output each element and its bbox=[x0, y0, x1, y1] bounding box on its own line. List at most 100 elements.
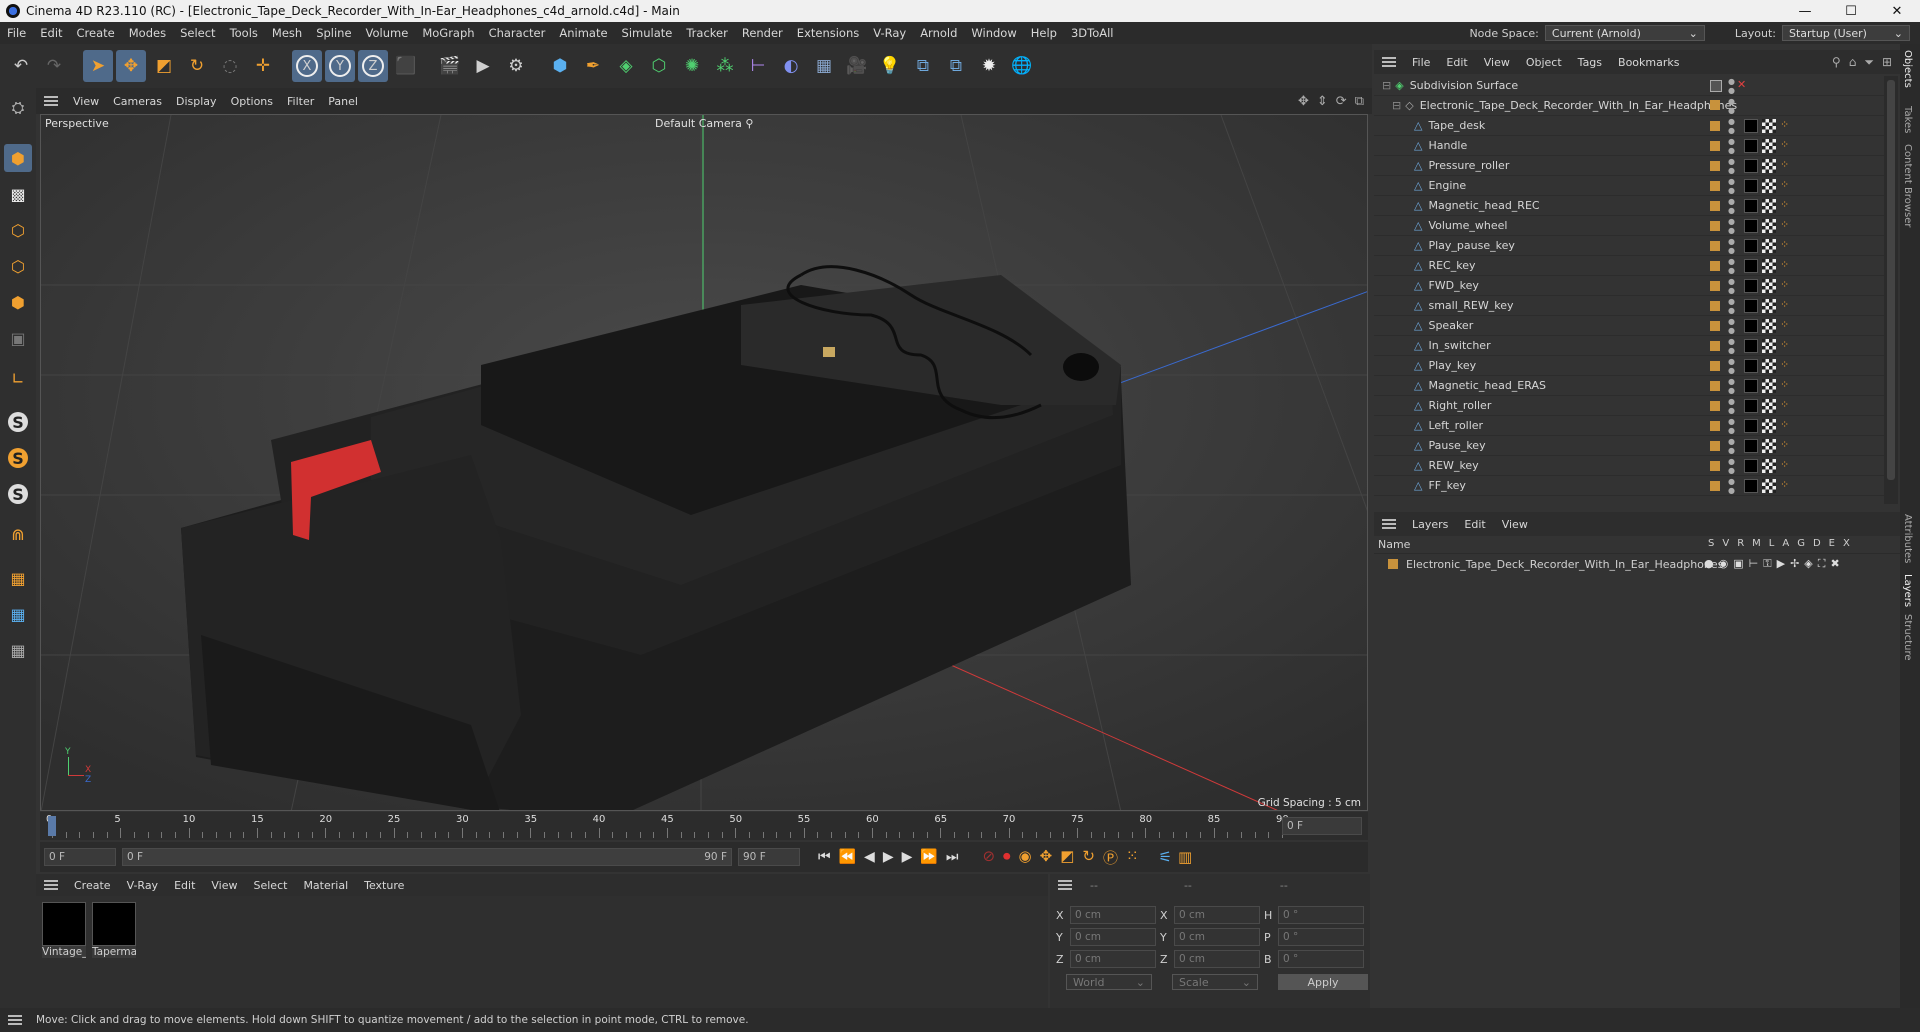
material-menu-material[interactable]: Material bbox=[295, 879, 356, 892]
material-swatch[interactable]: Vintage_ bbox=[42, 902, 86, 958]
go-to-end-icon[interactable]: ⏭ bbox=[946, 849, 959, 865]
texture-tag-icon[interactable] bbox=[1762, 439, 1776, 453]
filter-icon[interactable]: ⏷ bbox=[1864, 55, 1874, 70]
viewport-menu-cameras[interactable]: Cameras bbox=[106, 95, 169, 108]
menu-mograph[interactable]: MoGraph bbox=[415, 26, 481, 40]
object-row[interactable]: △ Handle ● ● ⁘ bbox=[1374, 136, 1884, 156]
objects-scrollbar[interactable] bbox=[1884, 76, 1898, 504]
arnold-tag-icon[interactable]: ⁘ bbox=[1780, 278, 1789, 291]
visibility-dots-icon[interactable]: ● ● bbox=[1728, 177, 1735, 195]
coord-mode-dropdown[interactable]: Scale ⌄ bbox=[1172, 974, 1258, 990]
axis-mode-button[interactable]: ∟ bbox=[4, 364, 32, 392]
timeline-playhead[interactable] bbox=[48, 816, 56, 836]
hamburger-icon[interactable] bbox=[44, 96, 58, 106]
magnet-button[interactable]: ⋒ bbox=[4, 520, 32, 548]
menu-3dtoall[interactable]: 3DToAll bbox=[1064, 26, 1121, 40]
layers-menu-layers[interactable]: Layers bbox=[1404, 518, 1456, 531]
arnold-tag-icon[interactable]: ⁘ bbox=[1780, 138, 1789, 151]
minimize-button[interactable]: — bbox=[1782, 4, 1828, 19]
expressions-icon[interactable]: ⛶ bbox=[1818, 557, 1826, 571]
visibility-dots-icon[interactable]: ● ● bbox=[1728, 297, 1735, 315]
material-menu-view[interactable]: View bbox=[203, 879, 245, 892]
tab-attributes[interactable]: Attributes bbox=[1902, 514, 1913, 563]
texture-mode-button[interactable]: ▩ bbox=[4, 180, 32, 208]
material-tag-icon[interactable] bbox=[1744, 379, 1758, 393]
key-pla-icon[interactable]: ⁙ bbox=[1126, 847, 1139, 868]
settings-button[interactable]: ✹ bbox=[974, 50, 1004, 82]
key-rotation-icon[interactable]: ↻ bbox=[1082, 847, 1095, 868]
layers-menu-edit[interactable]: Edit bbox=[1456, 518, 1493, 531]
material-tag-icon[interactable] bbox=[1744, 119, 1758, 133]
object-row[interactable]: △ FWD_key ● ● ⁘ bbox=[1374, 276, 1884, 296]
object-row[interactable]: △ Magnetic_head_REC ● ● ⁘ bbox=[1374, 196, 1884, 216]
field-button[interactable]: ◐ bbox=[776, 50, 806, 82]
python-button[interactable]: ⧉ bbox=[908, 50, 938, 82]
polygon-mode-button[interactable]: ⬢ bbox=[4, 288, 32, 316]
object-row[interactable]: △ REW_key ● ● ⁘ bbox=[1374, 456, 1884, 476]
size-x-field[interactable]: 0 cm bbox=[1174, 906, 1260, 924]
timeline-current-field[interactable]: 0 F bbox=[1282, 817, 1362, 835]
arnold-tag-icon[interactable]: ⁘ bbox=[1780, 458, 1789, 471]
python-generator-button[interactable]: ⧉ bbox=[941, 50, 971, 82]
tab-layers[interactable]: Layers bbox=[1902, 574, 1913, 607]
visibility-dots-icon[interactable]: ● ● bbox=[1728, 137, 1735, 155]
viewport-menu-options[interactable]: Options bbox=[224, 95, 280, 108]
key-parameter-icon[interactable]: Ⓟ bbox=[1103, 847, 1118, 868]
eye-icon[interactable]: ◉ bbox=[1719, 557, 1729, 571]
home-icon[interactable]: ⌂ bbox=[1849, 55, 1857, 70]
hamburger-icon[interactable] bbox=[1058, 880, 1072, 890]
material-tag-icon[interactable] bbox=[1744, 459, 1758, 473]
arnold-tag-icon[interactable]: ⁘ bbox=[1780, 158, 1789, 171]
rotation-h-field[interactable]: 0 ° bbox=[1278, 906, 1364, 924]
object-row[interactable]: △ Speaker ● ● ⁘ bbox=[1374, 316, 1884, 336]
previous-key-icon[interactable]: ⏪ bbox=[839, 849, 856, 865]
material-tag-icon[interactable] bbox=[1744, 479, 1758, 493]
recent-tool-button[interactable]: ◌ bbox=[215, 50, 245, 82]
object-row[interactable]: △ small_REW_key ● ● ⁘ bbox=[1374, 296, 1884, 316]
objects-menu-file[interactable]: File bbox=[1404, 56, 1438, 69]
visibility-dots-icon[interactable]: ● ● bbox=[1728, 117, 1735, 135]
rotation-p-field[interactable]: 0 ° bbox=[1278, 928, 1364, 946]
layer-color-icon[interactable] bbox=[1388, 559, 1398, 569]
texture-tag-icon[interactable] bbox=[1762, 419, 1776, 433]
coordinate-system-button[interactable]: ⬛ bbox=[391, 50, 421, 82]
snap-button[interactable]: S bbox=[4, 408, 32, 436]
object-row[interactable]: △ Volume_wheel ● ● ⁘ bbox=[1374, 216, 1884, 236]
camera-button[interactable]: 🎥 bbox=[842, 50, 872, 82]
texture-tag-icon[interactable] bbox=[1762, 159, 1776, 173]
tab-takes[interactable]: Takes bbox=[1902, 106, 1913, 133]
visibility-dots-icon[interactable]: ● ● bbox=[1728, 417, 1735, 435]
arnold-tag-icon[interactable]: ⁘ bbox=[1780, 258, 1789, 271]
deformer-button[interactable]: ⊢ bbox=[743, 50, 773, 82]
z-axis-button[interactable]: Z bbox=[358, 50, 388, 82]
menu-edit[interactable]: Edit bbox=[33, 26, 69, 40]
viewport-menu-display[interactable]: Display bbox=[169, 95, 224, 108]
arnold-tag-icon[interactable]: ⁘ bbox=[1780, 378, 1789, 391]
menu-arnold[interactable]: Arnold bbox=[913, 26, 964, 40]
object-row-group[interactable]: ⊟ ◇ Electronic_Tape_Deck_Recorder_With_I… bbox=[1374, 96, 1884, 116]
animation-icon[interactable]: ▶ bbox=[1777, 557, 1785, 571]
visibility-dots-icon[interactable]: ● ● bbox=[1728, 397, 1735, 415]
next-frame-icon[interactable]: ▶ bbox=[902, 849, 913, 865]
object-row[interactable]: △ Engine ● ● ⁘ bbox=[1374, 176, 1884, 196]
cloner-button[interactable]: ✺ bbox=[677, 50, 707, 82]
object-row-subdivision-surface[interactable]: ⊟ ◈ Subdivision Surface ● ● ✕ bbox=[1374, 76, 1884, 96]
orbit-view-icon[interactable]: ⟳ bbox=[1336, 94, 1347, 109]
x-axis-button[interactable]: X bbox=[292, 50, 322, 82]
visibility-dots-icon[interactable]: ● ● bbox=[1728, 357, 1735, 375]
timeline-ruler[interactable]: 051015202530354045505560657075808590 0 F bbox=[40, 812, 1368, 840]
object-row[interactable]: △ Play_key ● ● ⁘ bbox=[1374, 356, 1884, 376]
size-z-field[interactable]: 0 cm bbox=[1174, 950, 1260, 968]
material-tag-icon[interactable] bbox=[1744, 239, 1758, 253]
texture-tag-icon[interactable] bbox=[1762, 359, 1776, 373]
visibility-dots-icon[interactable]: ● ● bbox=[1728, 97, 1735, 115]
material-tag-icon[interactable] bbox=[1744, 359, 1758, 373]
arnold-tag-icon[interactable]: ⁘ bbox=[1780, 358, 1789, 371]
viewport-menu-panel[interactable]: Panel bbox=[321, 95, 365, 108]
menu-tools[interactable]: Tools bbox=[223, 26, 265, 40]
texture-tag-icon[interactable] bbox=[1762, 259, 1776, 273]
maximize-button[interactable]: ☐ bbox=[1828, 4, 1874, 19]
menu-render[interactable]: Render bbox=[735, 26, 790, 40]
rotate-tool-button[interactable]: ↻ bbox=[182, 50, 212, 82]
texture-tag-icon[interactable] bbox=[1762, 119, 1776, 133]
